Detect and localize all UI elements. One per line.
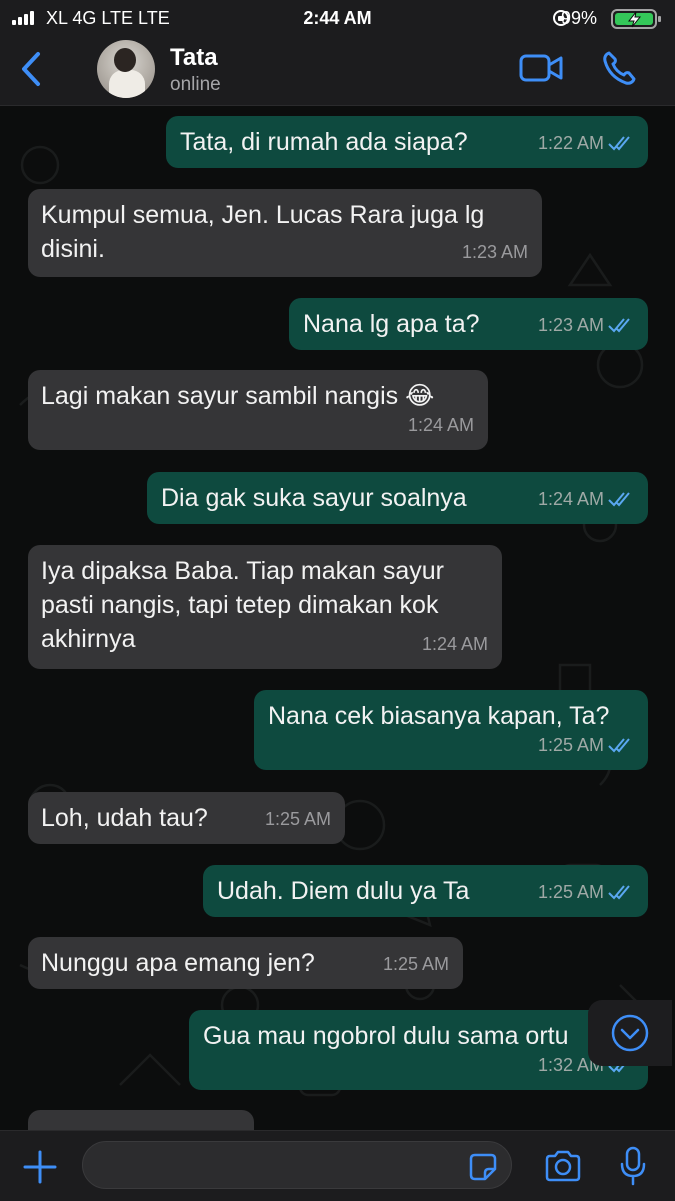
scroll-to-bottom-button[interactable] [588,1000,672,1066]
battery-charging-icon [611,9,661,29]
read-receipt-icon [608,885,630,900]
contact-name[interactable]: Tata [170,44,218,72]
plus-icon[interactable] [22,1149,58,1185]
message-bubble-incoming[interactable]: Loh, udah tau? 1:25 AM [28,792,345,844]
message-bubble-outgoing[interactable]: Udah. Diem dulu ya Ta 1:25 AM [203,865,648,917]
message-time: 1:25 AM [537,882,604,902]
message-bubble-outgoing[interactable]: Tata, di rumah ada siapa? 1:22 AM [166,116,648,168]
message-text: Iya dipaksa Baba. Tiap makan sayur pasti… [41,557,445,653]
message-time: 1:25 AM [382,954,449,974]
chevron-down-circle-icon [611,1014,649,1052]
read-receipt-icon [608,492,630,507]
message-time: 1:24 AM [407,415,474,435]
read-receipt-icon [608,318,630,333]
message-time: 1:25 AM [264,809,331,829]
message-text: Kumpul semua, Jen. Lucas Rara juga lg di… [41,201,485,263]
message-input[interactable] [82,1141,512,1189]
message-bubble-outgoing[interactable]: Nana cek biasanya kapan, Ta? 1:25 AM [254,690,648,770]
phone-icon[interactable] [602,50,636,86]
battery-percentage: 99% [560,8,597,28]
message-time: 1:23 AM [537,315,604,335]
message-time: 1:24 AM [421,634,488,654]
message-bubble-outgoing[interactable]: Dia gak suka sayur soalnya 1:24 AM [147,472,648,524]
chat-header: Tata online [0,36,675,106]
chevron-left-icon[interactable] [18,50,44,88]
camera-icon[interactable] [543,1147,583,1185]
message-bubble-incoming[interactable]: Kumpul semua, Jen. Lucas Rara juga lg di… [28,189,542,277]
microphone-icon[interactable] [618,1145,648,1187]
status-bar: XL 4G LTE LTE 2:44 AM 99% [0,0,675,36]
message-time: 1:23 AM [461,242,528,262]
message-time: 1:25 AM [537,735,604,755]
message-bubble-outgoing[interactable]: Nana lg apa ta? 1:23 AM [289,298,648,350]
read-receipt-icon [608,136,630,151]
message-bubble-incoming[interactable]: Lagi makan sayur sambil nangis 😂 1:24 AM [28,370,488,450]
message-time: 1:22 AM [537,133,604,153]
video-camera-icon[interactable] [519,52,563,84]
message-time: 1:24 AM [537,489,604,509]
avatar[interactable] [97,40,155,98]
sticker-icon[interactable] [467,1151,499,1183]
message-bubble-outgoing[interactable]: Gua mau ngobrol dulu sama ortu 1:32 AM [189,1010,648,1090]
message-bubble-incoming[interactable]: Iya dipaksa Baba. Tiap makan sayur pasti… [28,545,502,669]
contact-status: online [170,74,221,95]
message-bubble-incoming[interactable]: Nunggu apa emang jen? 1:25 AM [28,937,463,989]
read-receipt-icon [608,738,630,753]
composer-bar [0,1130,675,1201]
